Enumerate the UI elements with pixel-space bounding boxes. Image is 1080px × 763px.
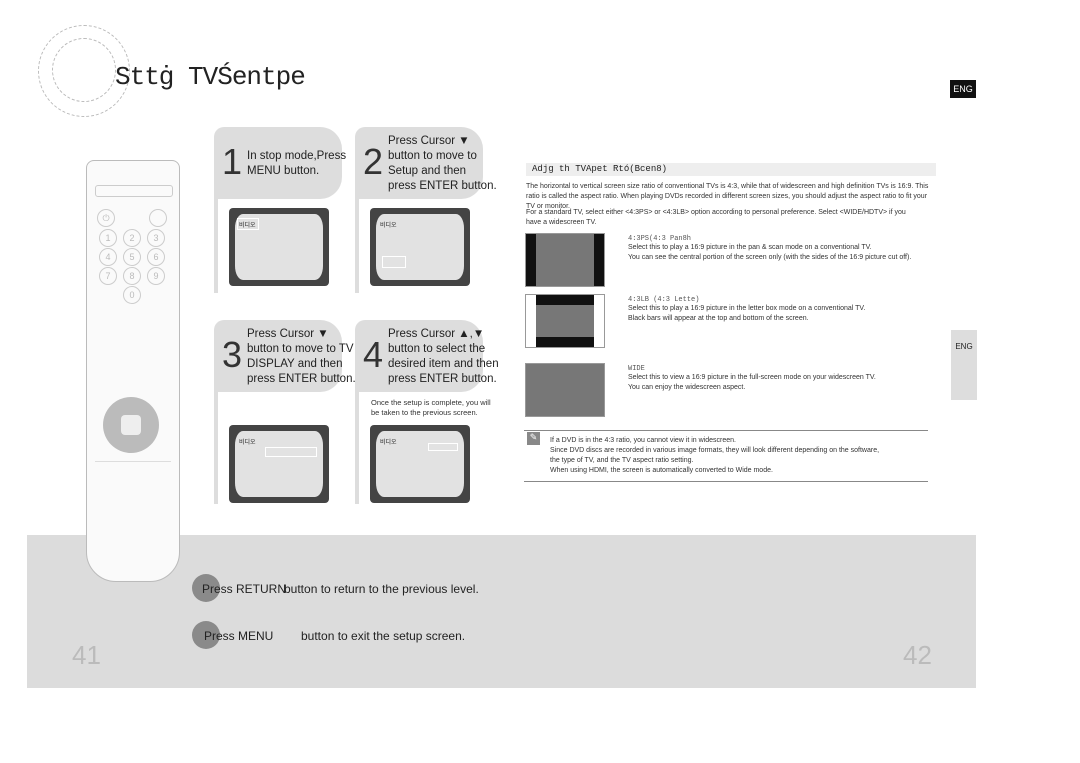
- option-desc: Select this to view a 16:9 picture in th…: [628, 374, 876, 381]
- step-text: MENU button.: [247, 165, 320, 177]
- page-title: Sttġ TVŚentpe: [115, 62, 306, 92]
- decorative-circle: [52, 38, 116, 102]
- option-desc: Select this to play a 16:9 picture in th…: [628, 305, 866, 312]
- remote-key: 7: [99, 267, 117, 285]
- remote-key: 4: [99, 248, 117, 266]
- section-heading: Adjg th TVApet Rtó(Bcen8): [526, 163, 936, 176]
- function-buttons: [95, 185, 173, 197]
- page-number-right: 42: [903, 640, 932, 670]
- side-tab: ENG: [951, 330, 977, 400]
- aspect-preview-image: [525, 294, 605, 348]
- remote-key: 5: [123, 248, 141, 266]
- note-pencil-icon: ✎: [527, 432, 540, 445]
- step-text: desired item and then: [388, 358, 499, 370]
- tv-screen: 비디오: [229, 208, 329, 286]
- step-text: button to move to TV: [247, 343, 354, 355]
- divider: [524, 481, 928, 482]
- remote-key: 8: [123, 267, 141, 285]
- exit-instruction: button to exit the setup screen.: [301, 629, 466, 643]
- step-connector: [214, 392, 218, 504]
- return-instruction: button to return to the previous level.: [284, 582, 479, 596]
- tv-screen: 비디오: [370, 208, 470, 286]
- step-connector: [355, 199, 359, 293]
- notes: If a DVD is in the 4:3 ratio, you cannot…: [550, 437, 880, 474]
- page-number-left: 41: [72, 640, 101, 670]
- intro-paragraph: For a standard TV, select either <4:3PS>…: [526, 209, 906, 226]
- option-desc: Select this to play a 16:9 picture in th…: [628, 244, 872, 251]
- option-desc: Black bars will appear at the top and bo…: [628, 315, 809, 322]
- step-number: 2: [363, 141, 384, 182]
- remote-key: 3: [147, 229, 165, 247]
- step-text: press ENTER button.: [388, 373, 497, 385]
- language-tab: ENG: [950, 80, 976, 98]
- step-text: press ENTER button.: [388, 180, 497, 192]
- remote-key: 6: [147, 248, 165, 266]
- aspect-preview-image: [525, 363, 605, 417]
- option-desc: You can see the central portion of the s…: [628, 254, 912, 261]
- step-text: Press Cursor ▲,▼: [388, 328, 485, 340]
- enter-button: [121, 415, 141, 435]
- step-connector: [214, 199, 218, 293]
- step-text: press ENTER button.: [247, 373, 356, 385]
- tv-screen: 비디오: [229, 425, 329, 503]
- step-connector: [355, 392, 359, 504]
- press-return-label: Press RETURN: [202, 582, 287, 596]
- menu-label: 비디오: [239, 440, 256, 446]
- menu-label: 비디오: [380, 440, 397, 446]
- divider: [524, 430, 928, 431]
- step-text: button to move to: [388, 150, 477, 162]
- remote-key: 1: [99, 229, 117, 247]
- option-name: WIDE: [628, 365, 645, 373]
- step-text: Press Cursor ▼: [388, 135, 470, 147]
- remote-control-illustration: ⏻ 123 456 7890: [86, 160, 180, 582]
- option-desc: You can enjoy the widescreen aspect.: [628, 384, 746, 391]
- step-number: 1: [222, 141, 243, 182]
- remote-key: 2: [123, 229, 141, 247]
- power-icon: ⏻: [97, 209, 115, 227]
- tv-screen: 비디오: [370, 425, 470, 503]
- press-menu-label: Press MENU: [204, 629, 274, 643]
- remote-key: 0: [123, 286, 141, 304]
- step-text: In stop mode,Press: [247, 150, 347, 162]
- option-name: 4:3PS(4:3 Pan8h: [628, 235, 692, 243]
- option-name: 4:3LB (4:3 Lette): [628, 296, 700, 304]
- step-text: Press Cursor ▼: [247, 328, 329, 340]
- step-number: 3: [222, 334, 243, 375]
- step-text: Setup and then: [388, 165, 467, 177]
- step-text: button to select the: [388, 343, 486, 355]
- step-number: 4: [363, 334, 384, 375]
- remote-key: 9: [147, 267, 165, 285]
- step-note: Once the setup is complete, you will be …: [371, 398, 491, 417]
- aspect-preview-image: [525, 233, 605, 287]
- menu-label: 비디오: [380, 223, 397, 229]
- remote-lower-buttons: [95, 461, 171, 524]
- step-text: DISPLAY and then: [247, 358, 343, 370]
- remote-button: [149, 209, 167, 227]
